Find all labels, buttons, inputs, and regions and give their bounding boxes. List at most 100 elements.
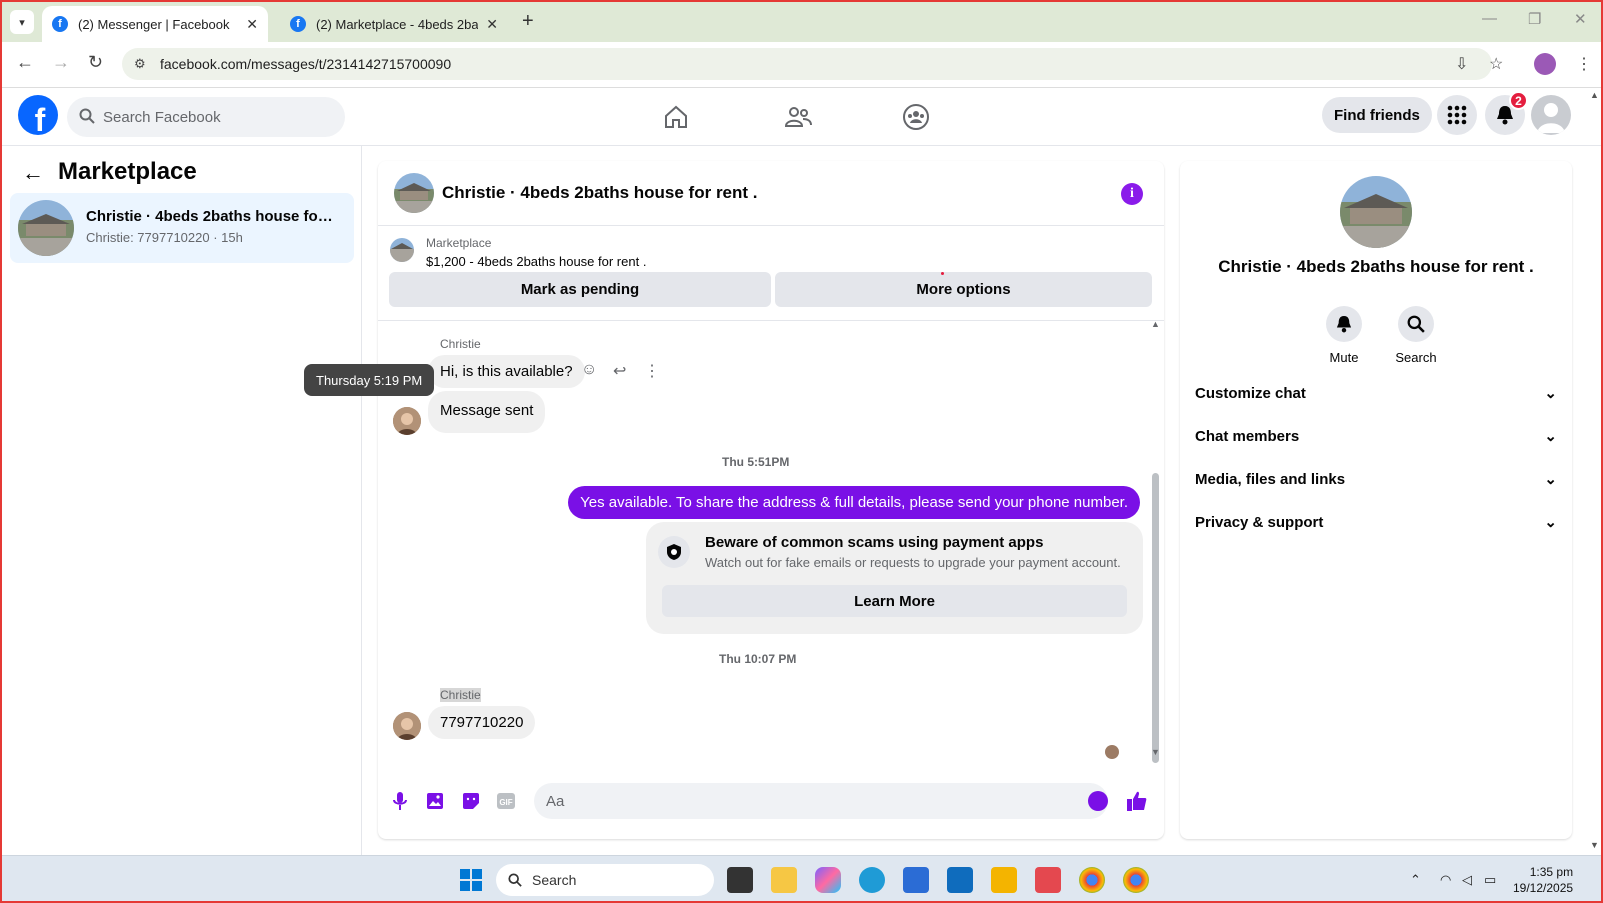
back-icon[interactable]: ← [16, 52, 34, 73]
sticky-notes-icon[interactable] [771, 867, 797, 893]
close-tab-icon[interactable]: ✕ [246, 16, 258, 33]
chat-avatar[interactable] [394, 173, 434, 213]
back-arrow-icon[interactable]: ← [22, 160, 44, 186]
browser-toolbar: ← → ↻ ⚙ facebook.com/messages/t/23141427… [0, 42, 1603, 88]
battery-icon[interactable]: ▭ [1484, 872, 1496, 888]
chat-members-row[interactable]: Chat members ⌄ [1195, 416, 1557, 456]
scam-warning-card: Beware of common scams using payment app… [646, 522, 1143, 634]
search-icon [79, 108, 95, 124]
tab-messenger[interactable]: f (2) Messenger | Facebook ✕ [42, 6, 268, 42]
site-info-icon[interactable]: ⚙ [134, 56, 146, 72]
message-input[interactable]: Aa [534, 783, 1108, 819]
message-input-placeholder: Aa [546, 792, 565, 810]
clock[interactable]: 1:35 pm 19/12/2025 [1513, 864, 1573, 896]
reply-icon[interactable]: ↩ [613, 361, 626, 381]
scroll-down-icon[interactable]: ▼ [1151, 747, 1160, 757]
task-view-icon[interactable] [727, 867, 753, 893]
sender-avatar[interactable] [393, 407, 421, 435]
chevron-down-icon: ⌄ [1544, 514, 1557, 531]
edge-icon[interactable] [859, 867, 885, 893]
emoji-icon[interactable] [1088, 791, 1108, 811]
message-scrollbar-thumb[interactable] [1152, 473, 1159, 763]
address-bar[interactable]: ⚙ facebook.com/messages/t/23141427157000… [122, 48, 1492, 80]
install-app-icon[interactable]: ⇩ [1455, 54, 1468, 74]
restore-icon[interactable]: ❐ [1528, 10, 1541, 28]
section-label: Customize chat [1195, 384, 1306, 402]
mute-button[interactable]: Mute [1314, 306, 1374, 365]
more-options-button[interactable]: More options [775, 272, 1152, 307]
home-icon[interactable] [658, 100, 694, 134]
bell-icon [1326, 306, 1362, 342]
volume-icon[interactable]: ◁ [1462, 872, 1472, 888]
facebook-logo[interactable]: f [18, 95, 58, 135]
search-in-chat-button[interactable]: Search [1386, 306, 1446, 365]
minimize-icon[interactable]: — [1482, 10, 1497, 27]
bookmark-star-icon[interactable]: ☆ [1489, 54, 1503, 74]
photo-icon[interactable] [424, 790, 446, 812]
browser-menu-icon[interactable]: ⋮ [1576, 54, 1592, 74]
timestamp: Thu 5:51PM [722, 455, 790, 469]
listing-thumbnail [390, 238, 414, 262]
search-facebook-input[interactable]: Search Facebook [67, 97, 345, 137]
snipping-tool-icon[interactable] [1035, 867, 1061, 893]
incoming-message[interactable]: Message sent [428, 391, 546, 433]
learn-more-button[interactable]: Learn More [662, 585, 1127, 617]
close-tab-icon[interactable]: ✕ [486, 16, 498, 33]
menu-grid-icon[interactable] [1437, 95, 1477, 135]
tab-search-icon[interactable]: ▾ [10, 10, 34, 34]
chat-title[interactable]: Christie · 4beds 2baths house for rent . [442, 183, 758, 203]
facebook-favicon-icon: f [52, 16, 68, 32]
listing-avatar[interactable] [1340, 176, 1412, 248]
browser-tab-bar: ▾ f (2) Messenger | Facebook ✕ f (2) Mar… [0, 0, 1603, 42]
friends-icon[interactable] [780, 100, 816, 134]
file-explorer-icon[interactable] [991, 867, 1017, 893]
groups-icon[interactable] [898, 100, 934, 134]
browser-profile-avatar[interactable] [1534, 53, 1556, 75]
account-avatar[interactable] [1531, 95, 1571, 135]
gif-icon[interactable]: GIF [495, 790, 517, 812]
tab-marketplace[interactable]: f (2) Marketplace - 4beds 2baths ✕ [280, 6, 508, 42]
more-actions-icon[interactable]: ⋮ [644, 361, 660, 381]
wifi-icon[interactable]: ◠ [1440, 872, 1451, 888]
chrome-icon[interactable] [1079, 867, 1105, 893]
marketplace-label: Marketplace [426, 236, 492, 250]
scam-warning-description: Watch out for fake emails or requests to… [705, 555, 1121, 570]
sender-name: Christie [440, 688, 481, 702]
sidebar-title: Marketplace [58, 158, 197, 185]
scroll-up-icon[interactable]: ▲ [1151, 319, 1160, 329]
taskbar-search[interactable]: Search [496, 864, 714, 896]
thumbs-up-icon[interactable] [1126, 790, 1148, 812]
info-icon[interactable]: i [1121, 183, 1143, 205]
outlook-icon[interactable] [947, 867, 973, 893]
new-tab-icon[interactable]: + [522, 10, 534, 33]
mark-as-pending-button[interactable]: Mark as pending [389, 272, 771, 307]
incoming-message[interactable]: Hi, is this available? [428, 355, 585, 388]
outgoing-message[interactable]: Yes available. To share the address & fu… [568, 486, 1140, 519]
page-scrollbar[interactable]: ▲ ▼ [1589, 88, 1601, 855]
time: 1:35 pm [1529, 865, 1574, 879]
reload-icon[interactable]: ↻ [88, 52, 103, 73]
show-hidden-icons-icon[interactable]: ⌃ [1410, 872, 1421, 888]
close-window-icon[interactable]: ✕ [1574, 10, 1587, 28]
sticker-icon[interactable] [460, 790, 482, 812]
windows-start-icon[interactable] [459, 868, 483, 892]
react-icon[interactable]: ☺ [581, 361, 597, 379]
copilot-icon[interactable] [815, 867, 841, 893]
store-icon[interactable] [903, 867, 929, 893]
chrome-profile-icon[interactable] [1123, 867, 1149, 893]
forward-icon[interactable]: → [52, 52, 70, 73]
sender-avatar[interactable] [393, 712, 421, 740]
scroll-up-icon[interactable]: ▲ [1590, 90, 1599, 100]
chevron-down-icon: ⌄ [1544, 471, 1557, 488]
privacy-support-row[interactable]: Privacy & support ⌄ [1195, 502, 1557, 542]
taskbar-search-label: Search [532, 872, 577, 888]
customize-chat-row[interactable]: Customize chat ⌄ [1195, 373, 1557, 413]
conversation-item[interactable]: Christie · 4beds 2baths house for rent .… [10, 193, 354, 263]
incoming-message[interactable]: 7797710220 [428, 706, 536, 739]
microphone-icon[interactable] [389, 790, 411, 812]
chat-header: Christie · 4beds 2baths house for rent .… [378, 161, 1164, 226]
media-files-links-row[interactable]: Media, files and links ⌄ [1195, 459, 1557, 499]
listing-title[interactable]: $1,200 - 4beds 2baths house for rent . [426, 254, 646, 269]
find-friends-button[interactable]: Find friends [1322, 97, 1432, 133]
scroll-down-icon[interactable]: ▼ [1590, 840, 1599, 850]
